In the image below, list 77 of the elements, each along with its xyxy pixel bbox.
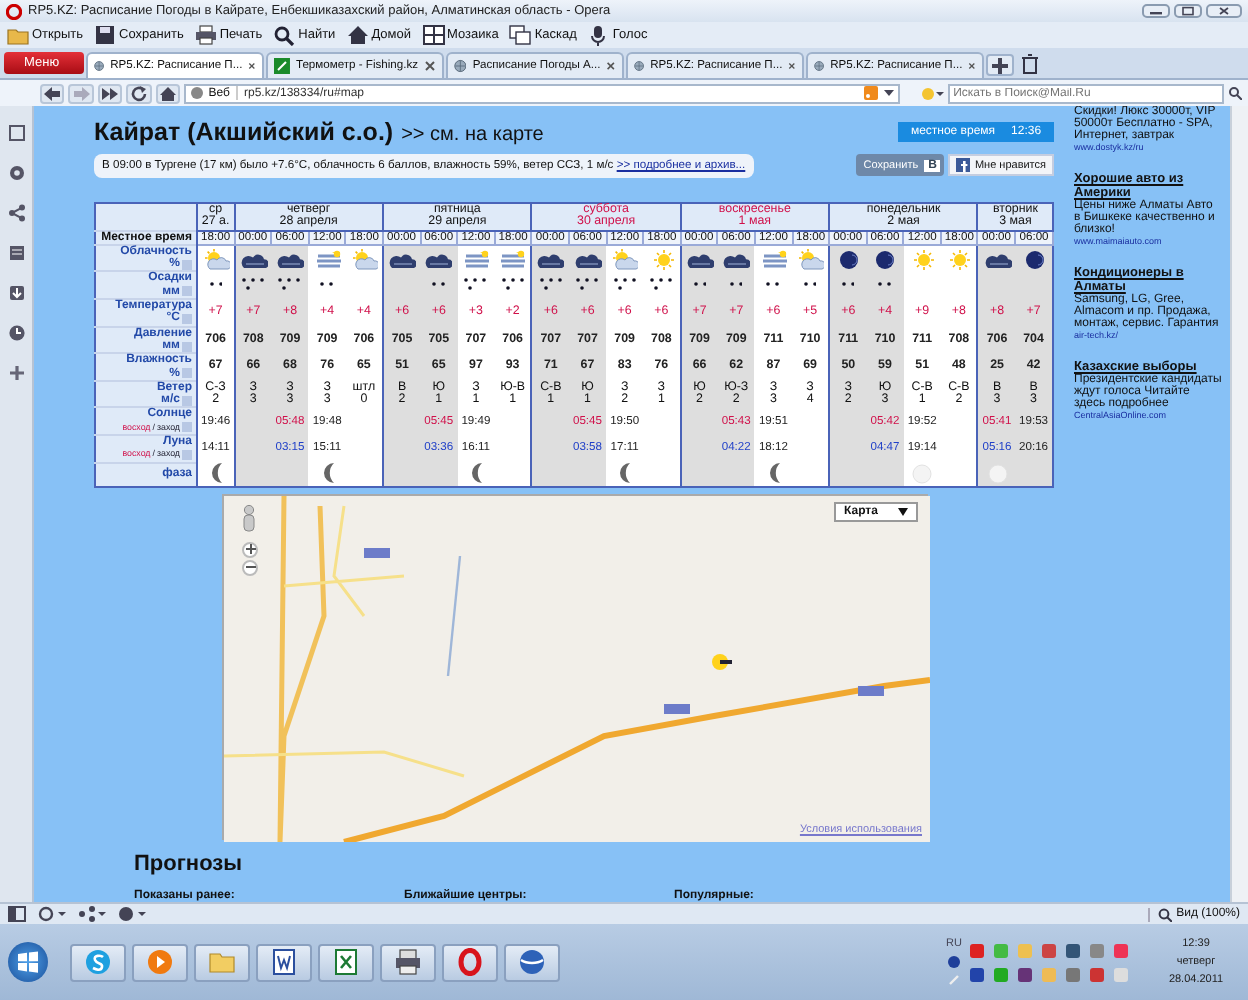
download-icon <box>7 284 25 302</box>
toggle-icon <box>182 259 192 270</box>
microphone-icon <box>586 24 611 46</box>
gear-icon <box>7 164 25 182</box>
panel-toggle-icon <box>8 906 26 922</box>
minimize-icon <box>1142 4 1170 18</box>
panel-button[interactable] <box>5 362 27 384</box>
grid-icon <box>421 24 446 46</box>
reload-button[interactable] <box>126 83 152 103</box>
maximize-icon <box>1174 4 1202 18</box>
share-icon <box>78 906 106 922</box>
spreadsheet-icon <box>332 948 360 976</box>
back-button[interactable] <box>40 83 65 103</box>
panel-button[interactable] <box>5 162 27 184</box>
search-icon <box>272 24 297 46</box>
toggle-icon <box>182 449 192 460</box>
toggle-icon <box>182 395 192 406</box>
cascade-icon <box>508 24 533 46</box>
closed-tabs-button[interactable] <box>1018 52 1042 76</box>
caret-icon <box>883 89 894 97</box>
app-icon <box>84 948 112 976</box>
panel-button[interactable] <box>5 322 27 344</box>
toggle-icon <box>182 341 192 352</box>
plus-icon <box>7 364 25 382</box>
printer-icon <box>193 24 218 46</box>
taskbar-app-button[interactable] <box>318 943 374 981</box>
square-icon <box>7 124 25 142</box>
facebook-icon <box>956 158 971 172</box>
share-icon <box>7 204 25 222</box>
search-engine-icon <box>919 85 944 101</box>
fast-forward-button[interactable] <box>97 83 123 103</box>
toggle-icon <box>182 368 192 379</box>
leaf-icon <box>274 58 290 74</box>
toggle-icon <box>182 314 192 325</box>
map-link[interactable]: >> см. на карте <box>401 124 544 146</box>
toggle-icon <box>182 422 192 433</box>
caret-icon <box>898 507 908 516</box>
printer-icon <box>394 948 422 976</box>
trash-icon <box>1022 54 1038 74</box>
close-icon <box>424 60 436 72</box>
close-icon <box>1206 4 1242 18</box>
folder-icon <box>208 948 236 976</box>
document-icon <box>270 948 298 976</box>
plus-icon <box>992 57 1008 73</box>
clock-icon <box>7 324 25 342</box>
panel-button[interactable] <box>5 122 27 144</box>
close-icon <box>248 60 256 72</box>
panel-button[interactable] <box>5 242 27 264</box>
new-tab-button[interactable] <box>986 54 1014 76</box>
start-button[interactable] <box>8 942 48 982</box>
rss-icon <box>863 86 878 100</box>
play-icon <box>146 948 174 976</box>
close-icon <box>606 60 616 72</box>
panel-button[interactable] <box>5 282 27 304</box>
taskbar-app-button[interactable] <box>380 943 436 981</box>
note-icon <box>7 244 25 262</box>
panel-button[interactable] <box>5 202 27 224</box>
minus-icon <box>245 562 255 573</box>
plus-icon <box>245 544 255 555</box>
scrollbar[interactable] <box>1230 106 1248 902</box>
place-title: Кайрат (Акшийский с.о.) <box>94 118 394 146</box>
magnifier-icon <box>1158 907 1173 921</box>
section-title: Прогнозы <box>134 851 245 876</box>
home-icon <box>345 24 370 46</box>
toggle-icon <box>182 286 192 297</box>
pegman-icon <box>240 503 258 532</box>
opera-logo-icon <box>6 3 22 19</box>
taskbar-app-button[interactable] <box>256 943 312 981</box>
taskbar-app-button[interactable] <box>442 943 498 981</box>
taskbar-app-button[interactable] <box>504 943 560 981</box>
close-icon <box>968 60 976 72</box>
pen-icon <box>948 974 961 986</box>
windows-logo-icon <box>16 950 40 974</box>
close-icon <box>788 60 796 72</box>
home-button[interactable] <box>155 83 181 103</box>
ring-icon <box>456 948 484 976</box>
search-icon <box>1228 86 1243 100</box>
